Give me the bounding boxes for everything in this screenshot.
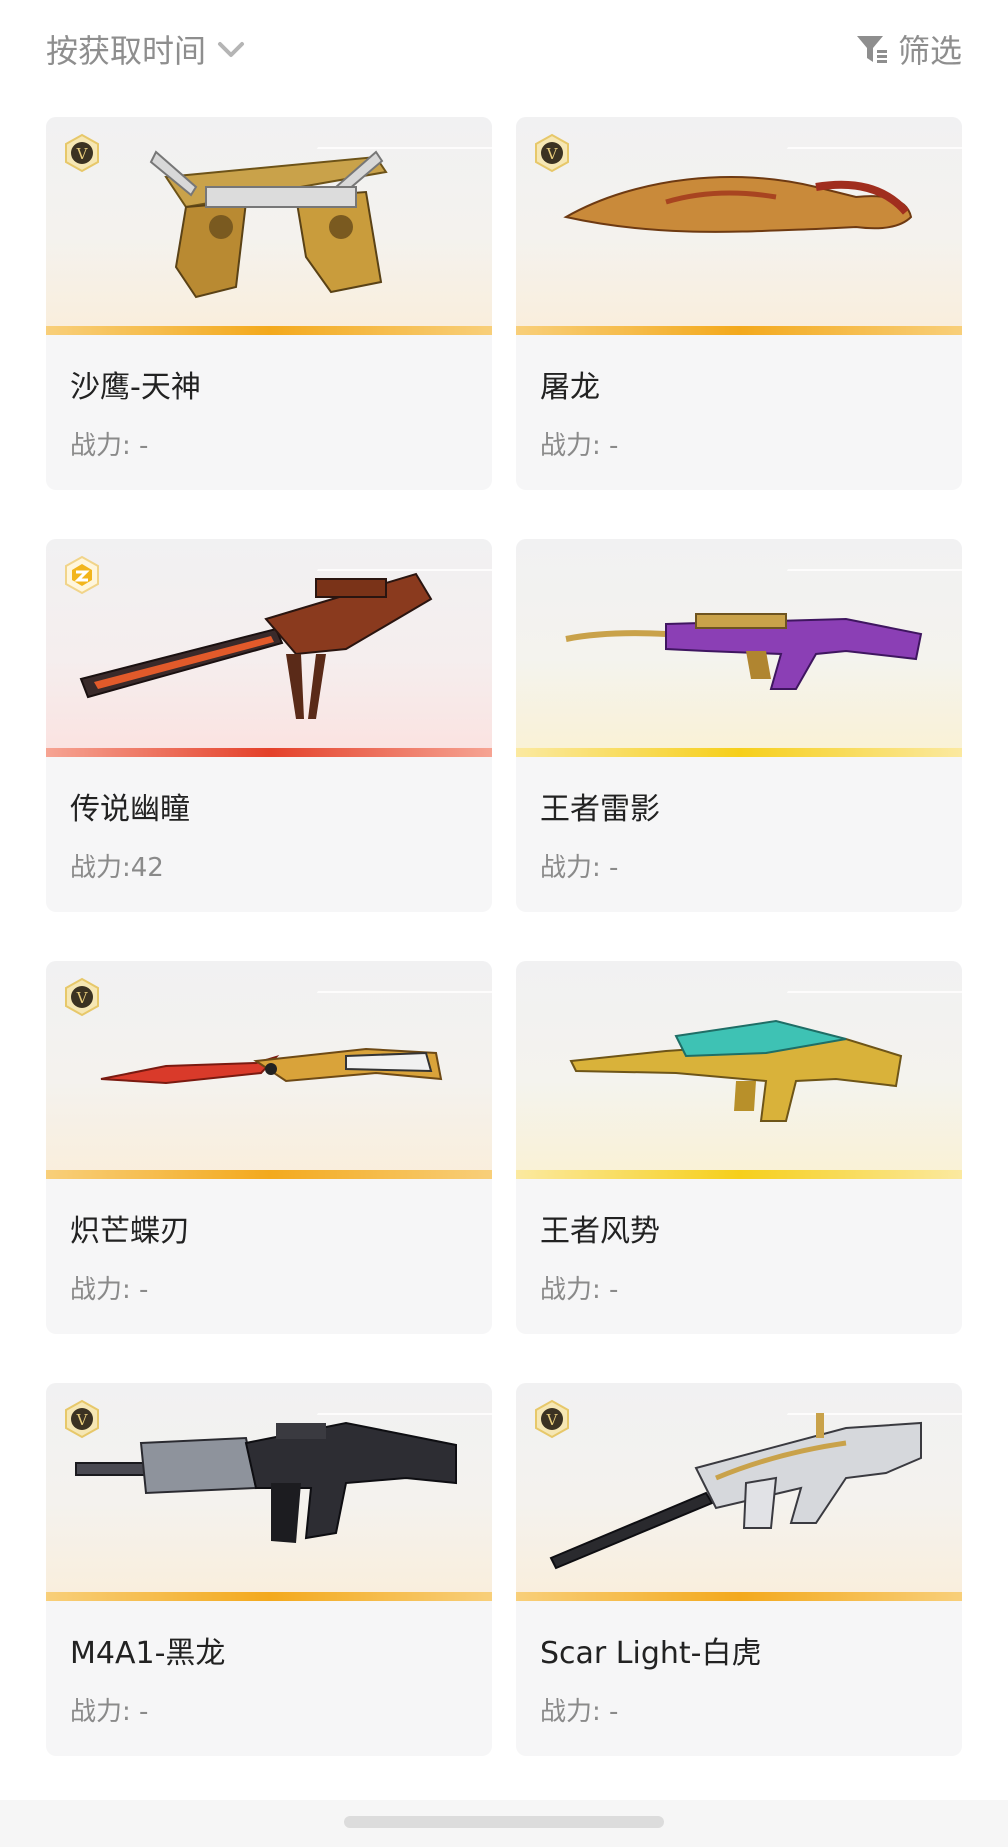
weapon-power: 战力: - xyxy=(540,1275,619,1305)
ak-thunder-shadow-weapon xyxy=(565,613,923,690)
m4a1-black-dragon-weapon xyxy=(75,1421,457,1543)
weapon-name: 屠龙 xyxy=(540,370,600,405)
toolbar: 按获取时间 筛选 xyxy=(0,0,1008,100)
weapon-image xyxy=(516,539,962,757)
weapon-name: 王者雷影 xyxy=(540,792,660,827)
chevron-down-icon xyxy=(218,42,245,57)
svg-text:V: V xyxy=(76,145,89,163)
weapon-power: 战力: - xyxy=(70,1697,149,1727)
legend-sniper-rifle-weapon xyxy=(79,572,433,719)
v-badge-icon: V xyxy=(65,133,99,173)
weapon-name: 王者风势 xyxy=(540,1214,660,1249)
dragon-slayer-knife-weapon xyxy=(563,176,913,233)
weapon-name: 传说幽瞳 xyxy=(70,792,190,827)
weapon-card[interactable]: V Scar Light-白虎 战力: - xyxy=(516,1383,962,1756)
v-badge-icon: V xyxy=(65,977,99,1017)
home-indicator[interactable] xyxy=(344,1816,664,1828)
v-badge-icon: V xyxy=(65,1399,99,1439)
weapon-name: M4A1-黑龙 xyxy=(70,1636,226,1671)
desert-eagle-weapon xyxy=(149,150,388,299)
weapon-card[interactable]: V 屠龙 战力: - xyxy=(516,117,962,490)
weapon-name: 沙鹰-天神 xyxy=(70,370,201,405)
funnel-icon xyxy=(856,36,887,63)
sort-dropdown[interactable]: 按获取时间 xyxy=(46,24,248,74)
butterfly-knife-weapon xyxy=(100,1047,443,1085)
weapon-power: 战力:42 xyxy=(70,853,164,883)
weapon-image: V xyxy=(46,961,492,1179)
weapon-image: V xyxy=(46,1383,492,1601)
weapon-power: 战力: - xyxy=(540,853,619,883)
svg-text:V: V xyxy=(76,989,89,1007)
wind-force-rifle-weapon xyxy=(569,1019,903,1122)
weapon-power: 战力: - xyxy=(70,1275,149,1305)
weapon-image xyxy=(46,539,492,757)
weapon-image xyxy=(516,961,962,1179)
legend-badge-icon xyxy=(65,555,99,595)
weapon-power: 战力: - xyxy=(540,1697,619,1727)
weapon-card[interactable]: V M4A1-黑龙 战力: - xyxy=(46,1383,492,1756)
filter-button[interactable]: 筛选 xyxy=(854,24,962,74)
scar-light-white-tiger-weapon xyxy=(549,1413,922,1570)
weapon-image: V xyxy=(516,1383,962,1601)
weapon-name: Scar Light-白虎 xyxy=(540,1636,762,1671)
weapon-card[interactable]: 传说幽瞳 战力:42 xyxy=(46,539,492,912)
filter-label: 筛选 xyxy=(897,32,962,70)
v-badge-icon: V xyxy=(535,133,569,173)
svg-text:V: V xyxy=(546,145,559,163)
weapon-card[interactable]: 王者雷影 战力: - xyxy=(516,539,962,912)
weapon-card[interactable]: 王者风势 战力: - xyxy=(516,961,962,1334)
weapon-card[interactable]: V 炽芒蝶刃 战力: - xyxy=(46,961,492,1334)
weapon-image: V xyxy=(516,117,962,335)
weapon-image: V xyxy=(46,117,492,335)
weapon-card[interactable]: V 沙鹰-天神 战力: - xyxy=(46,117,492,490)
svg-text:V: V xyxy=(76,1411,89,1429)
weapon-power: 战力: - xyxy=(540,431,619,461)
v-badge-icon: V xyxy=(535,1399,569,1439)
svg-text:V: V xyxy=(546,1411,559,1429)
sort-label: 按获取时间 xyxy=(46,32,207,70)
weapon-power: 战力: - xyxy=(70,431,149,461)
weapon-name: 炽芒蝶刃 xyxy=(70,1214,190,1249)
